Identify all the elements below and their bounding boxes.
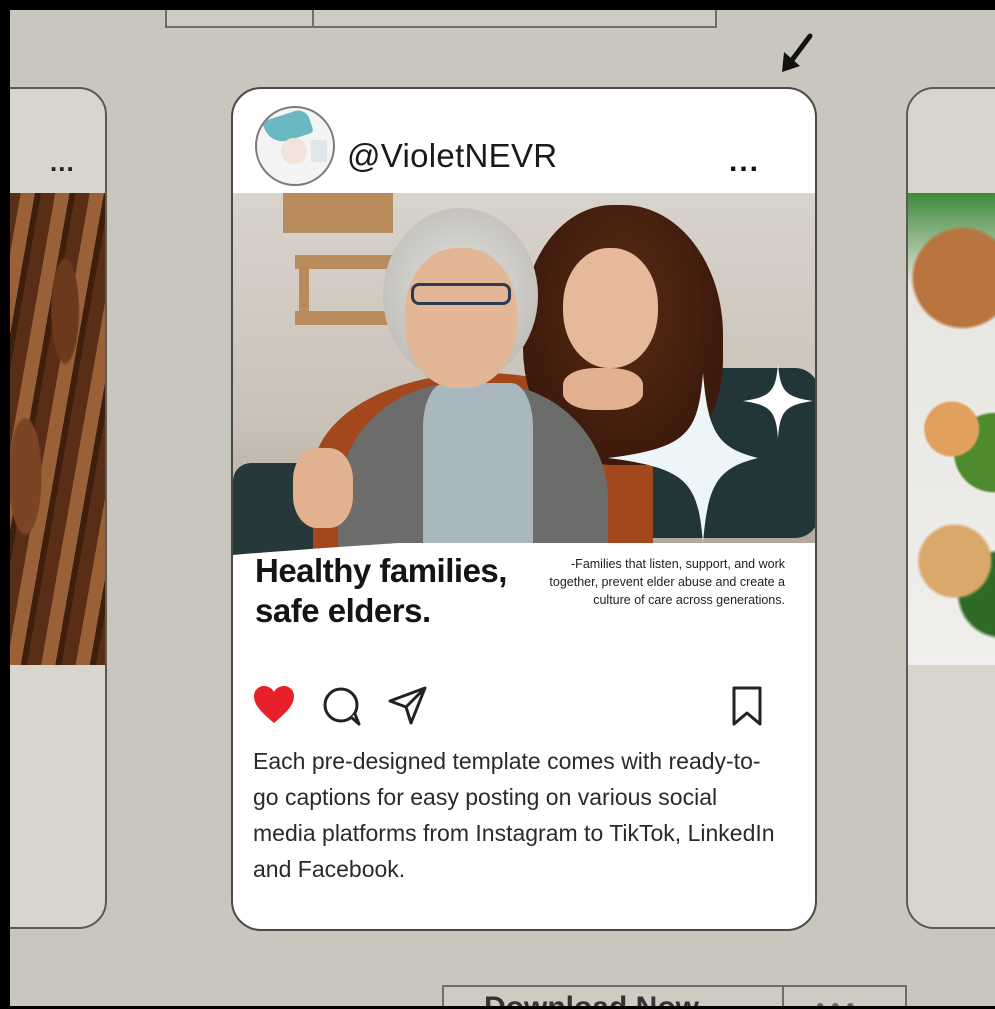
download-bar: Download Now • • • [442,985,907,1006]
post-headline: Healthy families, safe elders. [255,551,507,631]
comment-icon[interactable] [321,685,363,727]
secondary-button[interactable]: • • • [816,993,855,1006]
bookmark-icon[interactable] [729,685,765,727]
more-icon[interactable]: ... [729,145,760,179]
instagram-post-card: @VioletNEVR ... Healthy families, safe e… [231,87,817,931]
glasses-shape [411,283,511,305]
toolbar-divider [312,10,314,26]
headline-line-1: Healthy families, [255,552,507,589]
post-actions [233,685,815,731]
screen: ... @VioletNEVR ... Healthy families, sa… [10,10,995,1006]
vegetables-image [908,193,995,665]
share-icon[interactable] [387,685,429,727]
bar-divider [782,987,784,1006]
top-toolbar-partial [165,10,717,28]
more-icon[interactable]: ... [50,147,75,178]
post-quote: -Families that listen, support, and work… [549,557,785,607]
post-caption: Each pre-designed template comes with re… [253,748,775,882]
carousel-card-next[interactable] [906,87,995,929]
download-now-button[interactable]: Download Now [484,991,699,1006]
carousel-card-previous[interactable]: ... [10,87,107,929]
headline-line-2: safe elders. [255,592,431,629]
avatar[interactable] [255,106,335,186]
heart-icon[interactable] [253,685,295,725]
account-handle[interactable]: @VioletNEVR [347,137,557,175]
post-header: @VioletNEVR ... [233,89,815,193]
sparkle-icon [743,363,813,439]
sparkle-icon [608,373,758,543]
bread-image [10,193,105,665]
arrow-down-left-icon [782,33,813,72]
